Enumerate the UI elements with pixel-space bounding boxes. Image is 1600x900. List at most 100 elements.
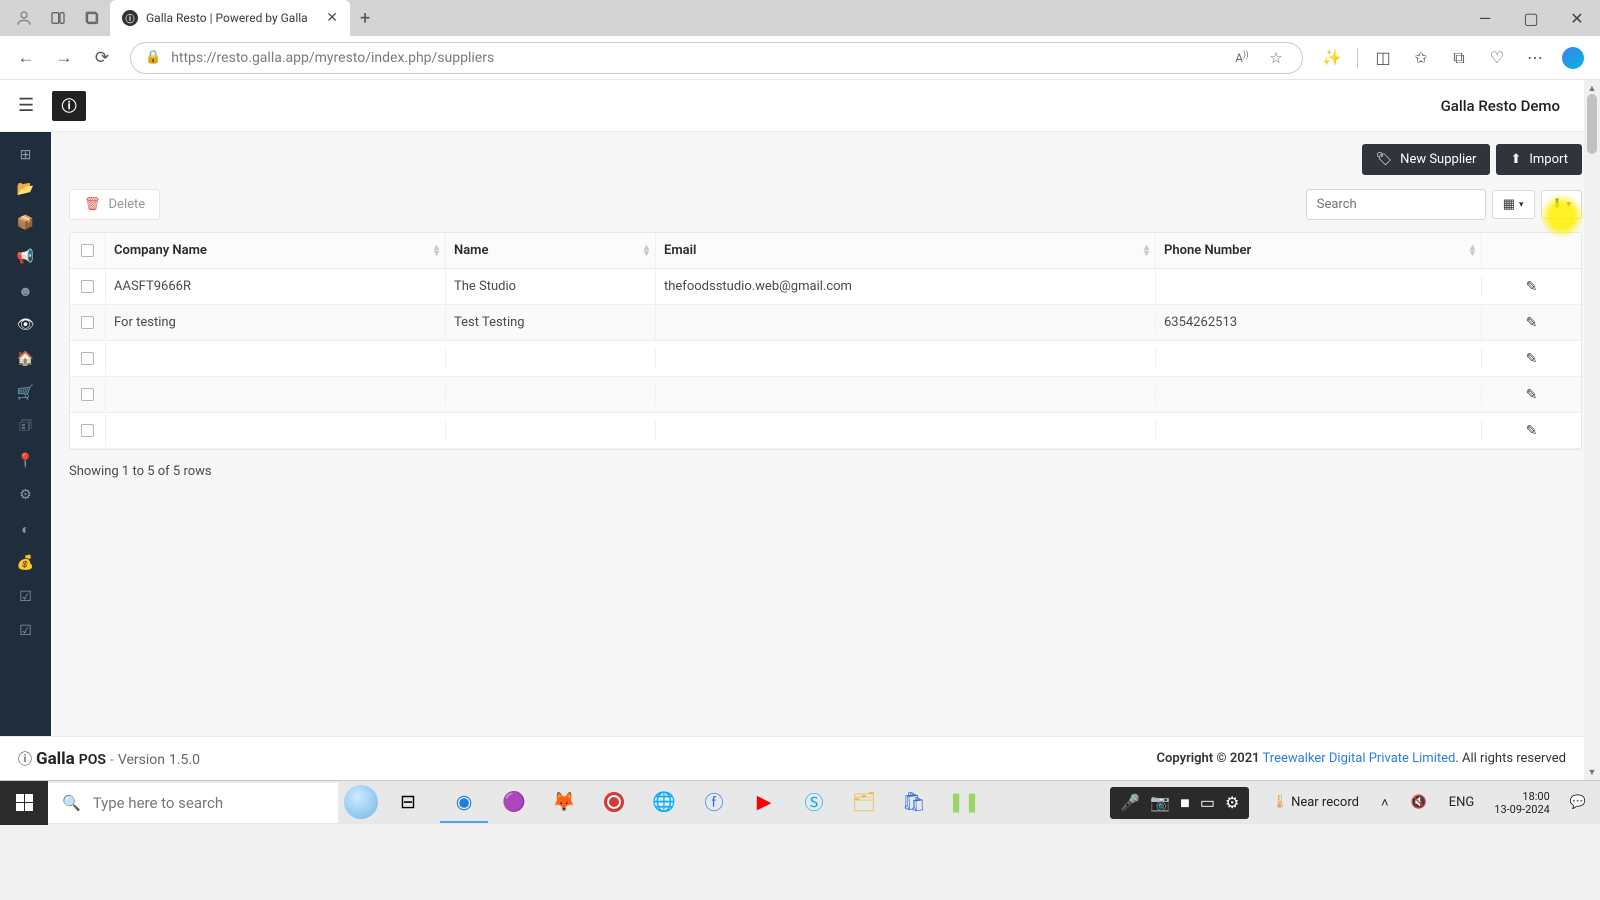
extensions-icon[interactable]: ✨: [1315, 42, 1349, 74]
copilot-taskbar-icon[interactable]: 🟣: [490, 783, 538, 823]
row-checkbox[interactable]: [81, 352, 94, 365]
edit-icon[interactable]: ✎: [1526, 351, 1538, 367]
tab-favicon-icon: ⓘ: [122, 10, 138, 26]
cortana-icon[interactable]: [340, 783, 384, 823]
new-supplier-button[interactable]: 🏷 New Supplier: [1362, 144, 1491, 175]
more-icon[interactable]: ⋯: [1518, 42, 1552, 74]
table-row[interactable]: ✎: [70, 413, 1581, 449]
forward-button[interactable]: →: [48, 42, 80, 74]
sidebar-receipt-icon[interactable]: 🗊: [0, 410, 51, 444]
export-toggle[interactable]: ⬇ ▾: [1541, 190, 1582, 219]
sidebar-chart-icon[interactable]: ◐: [0, 512, 51, 546]
delete-button[interactable]: 🗑 Delete: [69, 189, 160, 220]
clock[interactable]: 18:00 13-09-2024: [1486, 790, 1558, 816]
search-input[interactable]: [1306, 189, 1486, 220]
row-checkbox[interactable]: [81, 388, 94, 401]
table-row[interactable]: AASFT9666RThe Studiothefoodsstudio.web@g…: [70, 269, 1581, 305]
profile-icon[interactable]: [14, 8, 34, 28]
sidebar-settings-icon[interactable]: ⚙: [0, 478, 51, 512]
browser-toolbar: ← → ⟳ 🔒 https://resto.galla.app/myresto/…: [0, 36, 1600, 80]
sidebar-folder-icon[interactable]: 📂: [0, 172, 51, 206]
taskbar-search[interactable]: 🔍 Type here to search: [48, 783, 338, 823]
tab-close-icon[interactable]: ✕: [326, 10, 338, 26]
maximize-button[interactable]: ▢: [1508, 0, 1554, 36]
sidebar-eye-icon[interactable]: 👁: [0, 308, 51, 342]
store-icon[interactable]: 🛍: [890, 783, 938, 823]
sidebar-location-icon[interactable]: 📍: [0, 444, 51, 478]
sidebar-cart-icon[interactable]: 🛒: [0, 376, 51, 410]
facebook-icon[interactable]: ⓕ: [690, 783, 738, 823]
row-checkbox[interactable]: [81, 316, 94, 329]
sidebar-money-icon[interactable]: 💰: [0, 546, 51, 580]
browser-tab[interactable]: ⓘ Galla Resto | Powered by Galla ✕: [110, 0, 350, 36]
table-header: Company Name▴▾ Name▴▾ Email▴▾ Phone Numb…: [70, 233, 1581, 269]
cell-name: The Studio: [446, 269, 656, 304]
youtube-icon[interactable]: ▶: [740, 783, 788, 823]
notifications-icon[interactable]: 💬: [1560, 795, 1596, 810]
sidebar-home-icon[interactable]: 🏠: [0, 342, 51, 376]
col-email[interactable]: Email▴▾: [656, 233, 1156, 268]
refresh-button[interactable]: ⟳: [86, 42, 118, 74]
volume-icon[interactable]: 🔇: [1401, 795, 1437, 810]
edit-icon[interactable]: ✎: [1526, 387, 1538, 403]
favorite-icon[interactable]: ☆: [1264, 49, 1288, 67]
tab-actions-icon[interactable]: [82, 8, 102, 28]
browser-essentials-icon[interactable]: ♡: [1480, 42, 1514, 74]
scrollbar[interactable]: ▲ ▼: [1584, 80, 1600, 780]
edit-icon[interactable]: ✎: [1526, 279, 1538, 295]
sidebar-announce-icon[interactable]: 📢: [0, 240, 51, 274]
sidebar-dashboard-icon[interactable]: ⊞: [0, 138, 51, 172]
scrollbar-thumb[interactable]: [1587, 94, 1597, 154]
results-summary: Showing 1 to 5 of 5 rows: [69, 450, 1582, 493]
select-all-checkbox[interactable]: [81, 244, 94, 257]
col-phone[interactable]: Phone Number▴▾: [1156, 233, 1482, 268]
app-logo-icon[interactable]: ⓘ: [52, 91, 86, 121]
firefox-icon[interactable]: 🦊: [540, 783, 588, 823]
scroll-down-icon[interactable]: ▼: [1584, 764, 1600, 780]
menu-toggle-button[interactable]: ☰: [18, 95, 34, 116]
skype-icon[interactable]: Ⓢ: [790, 783, 838, 823]
footer-company-link[interactable]: Treewalker Digital Private Limited: [1263, 751, 1456, 766]
minimize-button[interactable]: —: [1462, 0, 1508, 36]
sidebar-box-icon[interactable]: 📦: [0, 206, 51, 240]
copilot-icon[interactable]: [1556, 42, 1590, 74]
table-row[interactable]: ✎: [70, 341, 1581, 377]
task-view-icon[interactable]: ⊟: [384, 783, 432, 823]
weather-widget[interactable]: 🌡 Near record: [1261, 795, 1369, 810]
back-button[interactable]: ←: [10, 42, 42, 74]
sidebar-user-icon[interactable]: ☻: [0, 274, 51, 308]
recording-tray[interactable]: 🎤 📷 ■ ▭ ⚙: [1110, 787, 1249, 819]
table-row[interactable]: ✎: [70, 377, 1581, 413]
favorites-icon[interactable]: ✩: [1404, 42, 1438, 74]
sidebar-check2-icon[interactable]: ☑: [0, 614, 51, 648]
record-icon[interactable]: [590, 783, 638, 823]
view-toggle[interactable]: ▦ ▾: [1492, 190, 1535, 219]
edit-icon[interactable]: ✎: [1526, 315, 1538, 331]
import-button[interactable]: ⬆ Import: [1496, 144, 1582, 175]
row-checkbox[interactable]: [81, 280, 94, 293]
browser-titlebar: ⓘ Galla Resto | Powered by Galla ✕ + — ▢…: [0, 0, 1600, 36]
close-window-button[interactable]: ✕: [1554, 0, 1600, 36]
explorer-icon[interactable]: 🗂: [840, 783, 888, 823]
chrome-icon[interactable]: 🌐: [640, 783, 688, 823]
text-size-icon[interactable]: A)): [1230, 50, 1254, 65]
row-checkbox[interactable]: [81, 424, 94, 437]
address-bar[interactable]: 🔒 https://resto.galla.app/myresto/index.…: [130, 42, 1303, 74]
collections-icon[interactable]: ⧉: [1442, 42, 1476, 74]
account-name[interactable]: Galla Resto Demo: [1441, 97, 1560, 115]
table-row[interactable]: For testingTest Testing6354262513✎: [70, 305, 1581, 341]
split-screen-icon[interactable]: ◫: [1366, 42, 1400, 74]
new-tab-button[interactable]: +: [360, 8, 370, 29]
col-name[interactable]: Name▴▾: [446, 233, 656, 268]
col-company[interactable]: Company Name▴▾: [106, 233, 446, 268]
lock-icon: 🔒: [145, 50, 161, 65]
sort-icon: ▴▾: [644, 245, 649, 257]
edge-icon[interactable]: ◉: [440, 783, 488, 823]
edit-icon[interactable]: ✎: [1526, 423, 1538, 439]
workspaces-icon[interactable]: [48, 8, 68, 28]
language-indicator[interactable]: ENG: [1439, 795, 1485, 810]
start-button[interactable]: [0, 781, 48, 825]
app-icon[interactable]: ❚❚: [940, 783, 988, 823]
tray-chevron-icon[interactable]: ˄: [1371, 795, 1399, 811]
sidebar-check1-icon[interactable]: ☑: [0, 580, 51, 614]
